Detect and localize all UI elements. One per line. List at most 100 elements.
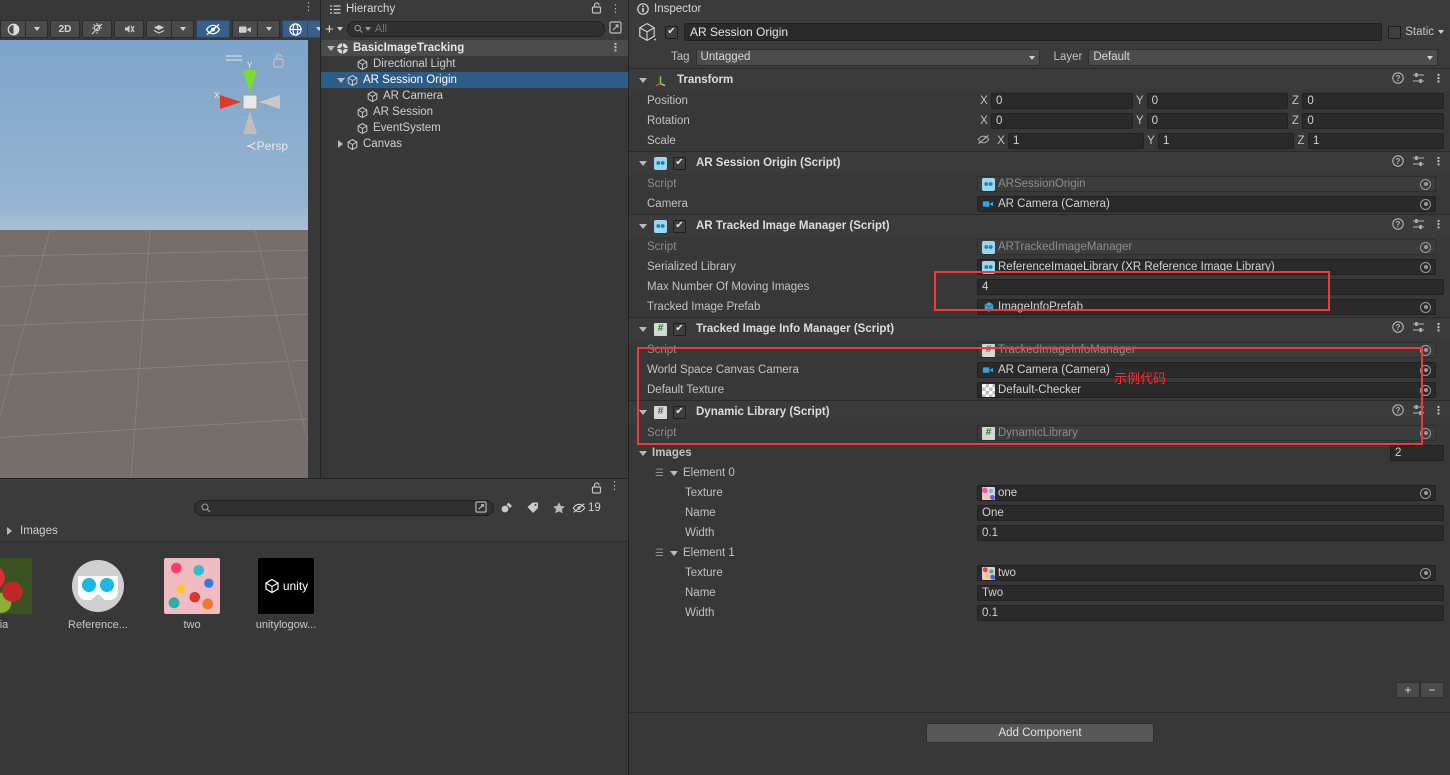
project-search-field[interactable]: [215, 502, 455, 514]
texture-object-field[interactable]: one: [977, 485, 1436, 501]
object-picker-icon[interactable]: [1420, 487, 1431, 499]
help-icon[interactable]: ?: [1392, 72, 1404, 87]
collapse-arrow-icon[interactable]: [335, 140, 346, 148]
project-asset-item[interactable]: unity unitylogow...: [248, 558, 324, 631]
scene-projection-label[interactable]: ≺Persp: [246, 138, 288, 154]
field-y[interactable]: 0: [1146, 93, 1289, 109]
component-header[interactable]: Transform? ⋮: [629, 69, 1450, 91]
hierarchy-search-input[interactable]: [346, 21, 605, 37]
object-picker-icon[interactable]: [1420, 344, 1431, 356]
object-picker-icon[interactable]: [1420, 178, 1431, 190]
component-header[interactable]: ✔ AR Tracked Image Manager (Script)? ⋮: [629, 215, 1450, 237]
component-header[interactable]: ✔ AR Session Origin (Script)? ⋮: [629, 152, 1450, 174]
project-asset-item[interactable]: ia: [0, 558, 42, 631]
object-picker-icon[interactable]: [1420, 261, 1431, 273]
object-field[interactable]: ARTrackedImageManager: [977, 239, 1436, 255]
scene-menu-icon[interactable]: ⋮: [303, 2, 314, 13]
project-search-expand-icon[interactable]: [475, 500, 487, 516]
constrain-proportions-icon[interactable]: [977, 134, 990, 148]
gizmos-toggle-button[interactable]: [282, 20, 308, 38]
array-remove-button[interactable]: −: [1420, 682, 1444, 698]
component-enabled-checkbox[interactable]: ✔: [673, 219, 686, 233]
add-component-button[interactable]: Add Component: [926, 722, 1154, 743]
component-menu-icon[interactable]: ⋮: [1433, 220, 1444, 231]
camera-settings-button[interactable]: [232, 20, 258, 38]
preset-icon[interactable]: [1412, 321, 1425, 336]
static-dropdown-caret[interactable]: [1438, 30, 1444, 34]
hierarchy-item-eventsystem[interactable]: EventSystem: [321, 120, 628, 136]
array-element-header[interactable]: ☰ Element 0: [629, 463, 1450, 483]
object-picker-icon[interactable]: [1420, 427, 1431, 439]
component-foldout-icon[interactable]: [637, 409, 648, 415]
field-z[interactable]: 0: [1302, 93, 1445, 109]
draw-mode-dropdown[interactable]: [0, 20, 26, 38]
hidden-packages-counter[interactable]: 19: [572, 498, 601, 518]
scene-context-menu-icon[interactable]: ⋮: [610, 42, 621, 54]
hierarchy-item-ar-session[interactable]: AR Session: [321, 104, 628, 120]
fx-dropdown-caret[interactable]: [172, 20, 194, 38]
help-icon[interactable]: ?: [1392, 321, 1404, 336]
component-menu-icon[interactable]: ⋮: [1433, 74, 1444, 85]
tab-inspector[interactable]: Inspector: [635, 3, 713, 15]
help-icon[interactable]: ?: [1392, 218, 1404, 233]
field-x[interactable]: 0: [991, 93, 1133, 109]
array-add-button[interactable]: +: [1396, 682, 1420, 698]
hierarchy-item-ar-session-origin[interactable]: AR Session Origin: [321, 72, 628, 88]
field-z[interactable]: 0: [1302, 113, 1445, 129]
component-foldout-icon[interactable]: [637, 77, 648, 83]
field-x[interactable]: 1: [1008, 133, 1144, 149]
breadcrumb-expand-icon[interactable]: [4, 526, 15, 535]
hierarchy-lock-icon[interactable]: [591, 1, 602, 17]
preset-icon[interactable]: [1412, 155, 1425, 170]
hierarchy-menu-icon[interactable]: ⋮: [610, 3, 621, 15]
gameobject-name-input[interactable]: AR Session Origin: [684, 23, 1383, 41]
name-text-field[interactable]: Two: [977, 585, 1444, 601]
object-field[interactable]: AR Camera (Camera): [977, 362, 1436, 378]
field-z[interactable]: 1: [1308, 133, 1444, 149]
object-field[interactable]: Default-Checker: [977, 382, 1436, 398]
fx-toggle-button[interactable]: [146, 20, 172, 38]
preset-icon[interactable]: [1412, 404, 1425, 419]
hierarchy-expand-icon[interactable]: [609, 21, 622, 37]
field-y[interactable]: 1: [1158, 133, 1294, 149]
expand-arrow-icon[interactable]: [335, 77, 346, 83]
component-menu-icon[interactable]: ⋮: [1433, 323, 1444, 334]
2d-toggle-button[interactable]: 2D: [50, 20, 80, 38]
project-asset-item[interactable]: Reference...: [60, 558, 136, 631]
object-field[interactable]: # TrackedImageInfoManager: [977, 342, 1436, 358]
object-field[interactable]: ImageInfoPrefab: [977, 299, 1436, 315]
preset-icon[interactable]: [1412, 218, 1425, 233]
project-lock-icon[interactable]: [591, 482, 602, 497]
lighting-toggle-button[interactable]: [82, 20, 112, 38]
help-icon[interactable]: ?: [1392, 155, 1404, 170]
images-array-size-field[interactable]: 2: [1390, 445, 1444, 461]
draw-mode-caret[interactable]: [26, 20, 48, 38]
component-enabled-checkbox[interactable]: ✔: [673, 322, 686, 336]
element-drag-handle[interactable]: ☰: [655, 468, 664, 479]
component-foldout-icon[interactable]: [637, 223, 648, 229]
object-picker-icon[interactable]: [1420, 364, 1431, 376]
component-menu-icon[interactable]: ⋮: [1433, 157, 1444, 168]
width-text-field[interactable]: 0.1: [977, 525, 1444, 541]
component-enabled-checkbox[interactable]: ✔: [673, 405, 686, 419]
field-x[interactable]: 0: [991, 113, 1133, 129]
scene-visibility-toggle-button[interactable]: [196, 20, 230, 38]
component-menu-icon[interactable]: ⋮: [1433, 406, 1444, 417]
hierarchy-create-button[interactable]: +: [325, 22, 343, 37]
component-header[interactable]: # ✔ Dynamic Library (Script)? ⋮: [629, 401, 1450, 423]
camera-settings-caret[interactable]: [258, 20, 280, 38]
layer-dropdown[interactable]: Default: [1088, 48, 1438, 66]
texture-object-field[interactable]: two: [977, 565, 1436, 581]
object-picker-icon[interactable]: [1420, 301, 1431, 313]
element-foldout-icon[interactable]: [669, 470, 680, 476]
object-picker-icon[interactable]: [1420, 198, 1431, 210]
object-field[interactable]: # DynamicLibrary: [977, 425, 1436, 441]
images-foldout-icon[interactable]: [637, 450, 648, 456]
hierarchy-item-ar-camera[interactable]: AR Camera: [321, 88, 628, 104]
component-enabled-checkbox[interactable]: ✔: [673, 156, 686, 170]
project-asset-item[interactable]: two: [154, 558, 230, 631]
element-foldout-icon[interactable]: [669, 550, 680, 556]
hierarchy-item-directional-light[interactable]: Directional Light: [321, 56, 628, 72]
static-checkbox[interactable]: [1388, 25, 1402, 39]
filter-by-type-icon[interactable]: [494, 498, 520, 518]
